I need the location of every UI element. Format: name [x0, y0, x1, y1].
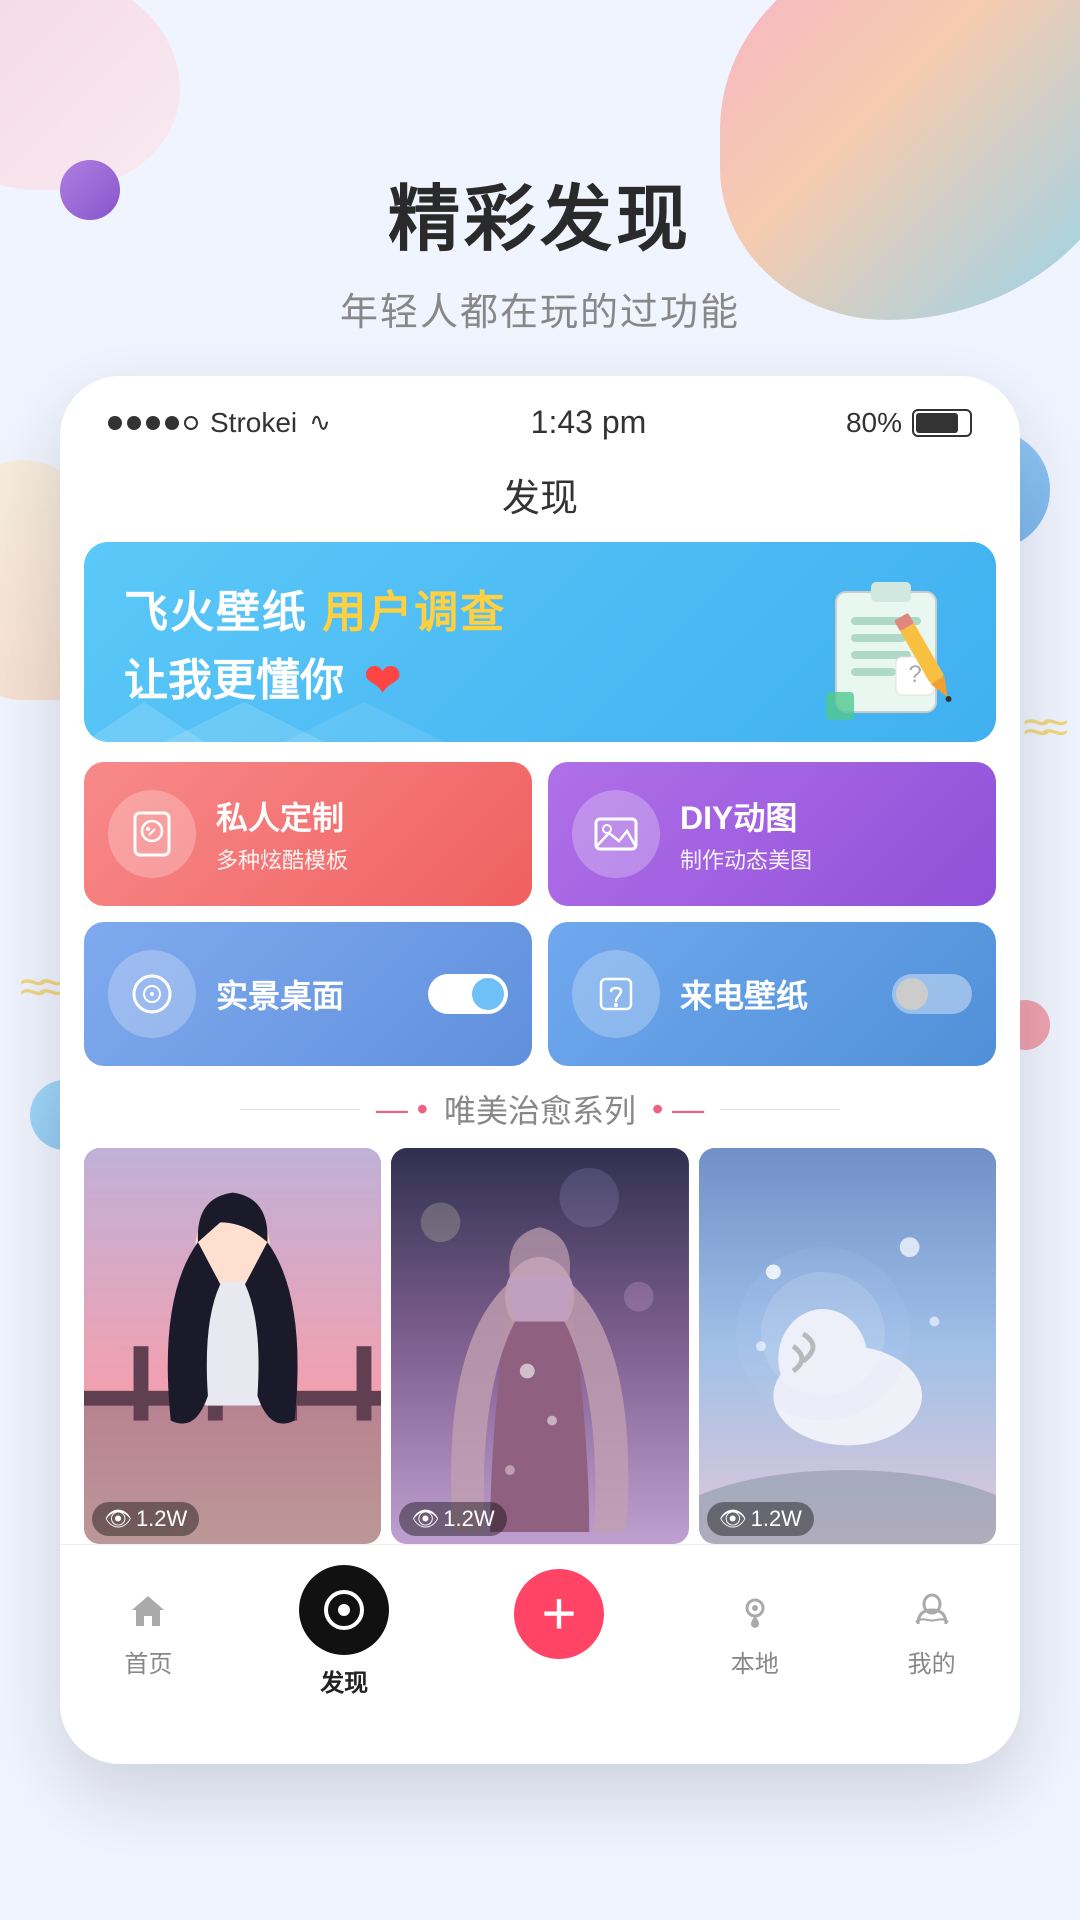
nav-item-local[interactable]: 本地 [729, 1584, 781, 1679]
feature-desc-custom: 多种炫酷模板 [216, 843, 348, 875]
feature-text-diy: DIY动图 制作动态美图 [680, 793, 812, 875]
nav-icon-add: + [514, 1569, 604, 1659]
toggle-desktop[interactable] [428, 974, 508, 1014]
signal-dot-4 [165, 416, 179, 430]
bg-wave-left: ≈≈ [20, 960, 57, 1015]
image-thumb-1[interactable]: 👁 1.2W [84, 1148, 381, 1544]
feature-icon-custom [108, 790, 196, 878]
view-count-2: 1.2W [443, 1506, 494, 1532]
nav-item-mine[interactable]: 我的 [906, 1584, 958, 1679]
image-thumb-3[interactable]: 👁 1.2W [699, 1148, 996, 1544]
feature-card-ringtone[interactable]: 来电壁纸 [548, 922, 996, 1066]
battery-fill [916, 413, 958, 433]
banner-line1: 飞火壁纸 用户调查 [124, 576, 506, 640]
nav-icon-mine [906, 1584, 958, 1636]
banner[interactable]: 飞火壁纸 用户调查 让我更懂你 ❤ [84, 542, 996, 742]
image-label-1: 👁 1.2W [92, 1502, 199, 1536]
nav-label-mine: 我的 [908, 1644, 956, 1679]
nav-icon-discover [299, 1565, 389, 1655]
feature-card-diy[interactable]: DIY动图 制作动态美图 [548, 762, 996, 906]
banner-line1-highlight: 用户调查 [322, 588, 506, 637]
feature-name-custom: 私人定制 [216, 793, 348, 839]
phone-mockup: Strokei ∿ 1:43 pm 80% 发现 飞火壁纸 用户调查 让我更懂你… [60, 376, 1020, 1764]
feature-icon-diy [572, 790, 660, 878]
status-left: Strokei ∿ [108, 407, 331, 439]
svg-text:?: ? [908, 661, 921, 688]
image-label-3: 👁 1.2W [707, 1502, 814, 1536]
nav-label-local: 本地 [731, 1644, 779, 1679]
banner-triangles [84, 692, 996, 742]
signal-dots [108, 416, 198, 430]
battery-percent: 80% [846, 407, 902, 439]
feature-card-custom[interactable]: 私人定制 多种炫酷模板 [84, 762, 532, 906]
signal-dot-3 [146, 416, 160, 430]
battery-bar [912, 409, 972, 437]
series-title: 唯美治愈系列 [444, 1086, 636, 1132]
nav-item-home[interactable]: 首页 [122, 1584, 174, 1679]
carrier-name: Strokei [210, 407, 297, 439]
content-area: 飞火壁纸 用户调查 让我更懂你 ❤ [60, 542, 1020, 1544]
image-thumb-2[interactable]: 👁 1.2W [391, 1148, 688, 1544]
feature-desc-diy: 制作动态美图 [680, 843, 812, 875]
signal-dot-1 [108, 416, 122, 430]
hero-subtitle: 年轻人都在玩的过功能 [0, 281, 1080, 336]
nav-label-discover: 发现 [320, 1663, 368, 1698]
nav-label-home: 首页 [124, 1644, 172, 1679]
view-count-3: 1.2W [751, 1506, 802, 1532]
bg-wave-right: ≈≈ [1023, 700, 1060, 755]
feature-name-ringtone: 来电壁纸 [680, 971, 872, 1017]
status-bar: Strokei ∿ 1:43 pm 80% [60, 376, 1020, 457]
toggle-ringtone[interactable] [892, 974, 972, 1014]
signal-dot-5 [184, 416, 198, 430]
signal-dot-2 [127, 416, 141, 430]
wifi-icon: ∿ [309, 407, 331, 438]
hero-section: 精彩发现 年轻人都在玩的过功能 [0, 0, 1080, 376]
bottom-nav: 首页 发现 + 本地 [60, 1544, 1020, 1734]
eye-icon-3: 👁 [719, 1506, 747, 1532]
series-dot-right: • — [652, 1091, 704, 1128]
feature-icon-ringtone [572, 950, 660, 1038]
status-time: 1:43 pm [531, 404, 647, 441]
nav-icon-local [729, 1584, 781, 1636]
eye-icon-2: 👁 [411, 1506, 439, 1532]
nav-icon-home [122, 1584, 174, 1636]
feature-text-desktop: 实景桌面 [216, 971, 408, 1017]
series-line-right [720, 1109, 840, 1110]
feature-text-custom: 私人定制 多种炫酷模板 [216, 793, 348, 875]
image-grid: 👁 1.2W [84, 1148, 996, 1544]
eye-icon-1: 👁 [104, 1506, 132, 1532]
nav-item-add[interactable]: + [514, 1569, 604, 1695]
status-right: 80% [846, 407, 972, 439]
series-dot-left: — • [376, 1091, 428, 1128]
feature-name-desktop: 实景桌面 [216, 971, 408, 1017]
view-count-1: 1.2W [136, 1506, 187, 1532]
banner-line1-normal: 飞火壁纸 [124, 588, 322, 637]
image-label-2: 👁 1.2W [399, 1502, 506, 1536]
feature-icon-desktop [108, 950, 196, 1038]
nav-item-discover[interactable]: 发现 [299, 1565, 389, 1698]
hero-title: 精彩发现 [0, 160, 1080, 265]
banner-text: 飞火壁纸 用户调查 让我更懂你 ❤ [124, 576, 506, 708]
nav-title: 发现 [60, 457, 1020, 542]
nav-label-add [556, 1667, 563, 1695]
feature-text-ringtone: 来电壁纸 [680, 971, 872, 1017]
toggle-knob-ringtone [896, 978, 928, 1010]
toggle-knob-desktop [472, 978, 504, 1010]
feature-grid: 私人定制 多种炫酷模板 DIY动图 制作动态美图 [84, 762, 996, 1066]
series-line-left [240, 1109, 360, 1110]
series-header: — • 唯美治愈系列 • — [84, 1086, 996, 1132]
feature-name-diy: DIY动图 [680, 793, 812, 839]
feature-card-desktop[interactable]: 实景桌面 [84, 922, 532, 1066]
